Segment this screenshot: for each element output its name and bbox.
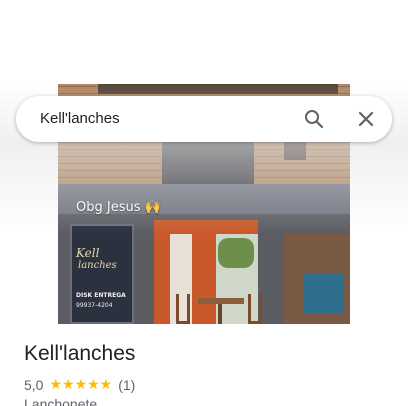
- review-count[interactable]: (1): [118, 377, 135, 393]
- rating-stars-icon: ★★★★★: [49, 376, 113, 392]
- top-blank-area: [0, 0, 408, 84]
- search-bar[interactable]: Kell'lanches: [16, 96, 392, 142]
- place-title[interactable]: Kell'lanches: [24, 342, 135, 366]
- photo-banner: [98, 84, 338, 94]
- search-icon[interactable]: [304, 109, 324, 129]
- rating-row[interactable]: 5,0 ★★★★★ (1): [24, 376, 135, 393]
- photo-window: [162, 142, 254, 184]
- sign-name-line2: lanches: [78, 260, 117, 271]
- photo-shop-sign: [70, 224, 134, 324]
- photo-right-screen: [304, 274, 344, 314]
- photo-chair: [176, 294, 190, 324]
- sign-name-line1: Kell: [76, 246, 100, 260]
- place-category: Lanchonete: [24, 396, 98, 406]
- photo-small-window: [284, 142, 306, 160]
- photo-table-leg: [218, 304, 222, 324]
- photo-plants: [218, 238, 254, 268]
- photo-chair: [248, 294, 262, 324]
- rating-value: 5,0: [24, 376, 44, 393]
- search-input[interactable]: Kell'lanches: [40, 110, 120, 127]
- sign-phone-text: 99937-4204: [76, 302, 113, 309]
- photo-overlay-caption: Obg Jesus 🙌: [76, 200, 161, 215]
- close-icon[interactable]: [356, 109, 376, 129]
- sign-disk-text: DISK ENTREGA: [76, 292, 126, 299]
